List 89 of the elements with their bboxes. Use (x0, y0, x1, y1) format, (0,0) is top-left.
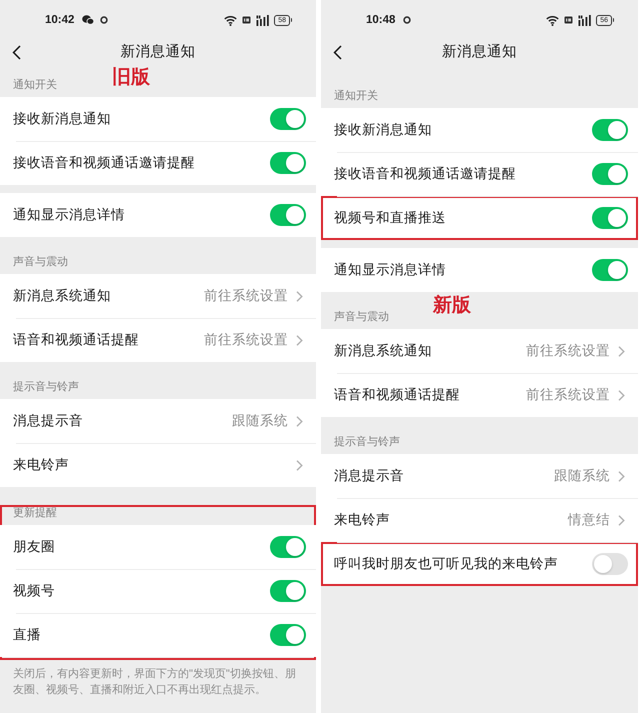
chevron-right-icon (296, 290, 303, 302)
settings-row[interactable]: 通知显示消息详情 (321, 248, 638, 292)
chevron-right-icon (618, 514, 625, 526)
settings-row[interactable]: 接收语音和视频通话邀请提醒 (0, 141, 316, 185)
setting-label: 来电铃声 (13, 456, 69, 474)
toggle-switch[interactable] (592, 553, 628, 575)
chevron-right-icon (296, 416, 303, 426)
setting-label: 新消息系统通知 (334, 342, 432, 360)
toggle-switch[interactable] (270, 536, 306, 558)
setting-label: 呼叫我时朋友也可听见我的来电铃声 (334, 555, 558, 573)
toggle-switch[interactable] (270, 580, 306, 602)
setting-label: 接收新消息通知 (13, 110, 111, 128)
back-icon[interactable] (12, 44, 21, 60)
setting-value: 前往系统设置 (204, 287, 288, 305)
wifi-icon (546, 14, 560, 26)
chevron-right-icon (296, 334, 303, 346)
setting-label: 直播 (13, 626, 41, 644)
setting-label: 消息提示音 (13, 412, 83, 430)
settings-row[interactable]: 视频号和直播推送 (321, 196, 638, 240)
setting-value: 跟随系统 (232, 412, 288, 430)
settings-row[interactable]: 呼叫我时朋友也可听见我的来电铃声 (321, 542, 638, 586)
setting-label: 朋友圈 (13, 538, 55, 556)
settings-row[interactable]: 来电铃声 (0, 443, 316, 487)
chat-bubbles-icon (82, 15, 94, 25)
ring-icon (100, 16, 108, 24)
settings-row[interactable]: 接收新消息通知 (0, 97, 316, 141)
section-header: 声音与震动 (334, 310, 389, 324)
settings-row[interactable]: 语音和视频通话提醒 前往系统设置 (321, 373, 638, 417)
setting-label: 来电铃声 (334, 511, 390, 529)
chevron-right-icon (618, 470, 625, 482)
settings-row[interactable]: 新消息系统通知 前往系统设置 (321, 329, 638, 373)
settings-row[interactable]: 朋友圈 (0, 525, 316, 569)
toggle-switch[interactable] (270, 152, 306, 174)
status-badge-icon (564, 16, 574, 24)
settings-row[interactable]: 接收语音和视频通话邀请提醒 (321, 152, 638, 196)
chevron-right-icon (618, 390, 625, 400)
section-header: 提示音与铃声 (334, 435, 400, 449)
toggle-switch[interactable] (270, 204, 306, 226)
signal-icon (578, 14, 592, 26)
setting-label: 通知显示消息详情 (13, 206, 125, 224)
settings-row[interactable]: 语音和视频通话提醒 前往系统设置 (0, 318, 316, 362)
section-header: 提示音与铃声 (13, 380, 79, 394)
footer-note: 关闭后，有内容更新时，界面下方的"发现页"切换按钮、朋友圈、视频号、直播和附近入口不再出现红点提示。 (12, 666, 297, 698)
settings-row[interactable]: 来电铃声 情意结 (321, 498, 638, 542)
annotation-label: 旧版 (112, 67, 150, 89)
settings-row[interactable]: 直播 (0, 613, 316, 657)
setting-value: 情意结 (568, 511, 610, 529)
setting-label: 视频号和直播推送 (334, 209, 446, 227)
toggle-switch[interactable] (270, 108, 306, 130)
status-badge-icon (242, 16, 252, 24)
setting-label: 接收语音和视频通话邀请提醒 (13, 154, 195, 172)
setting-label: 消息提示音 (334, 467, 404, 485)
settings-row[interactable]: 接收新消息通知 (321, 108, 638, 152)
section-header: 更新提醒 (13, 506, 57, 520)
settings-row[interactable]: 通知显示消息详情 (0, 193, 316, 237)
toggle-switch[interactable] (592, 259, 628, 281)
setting-label: 接收语音和视频通话邀请提醒 (334, 165, 516, 183)
settings-row[interactable]: 消息提示音 跟随系统 (321, 454, 638, 498)
setting-label: 语音和视频通话提醒 (334, 386, 460, 404)
setting-label: 新消息系统通知 (13, 287, 111, 305)
chevron-right-icon (296, 460, 303, 470)
setting-value: 前往系统设置 (526, 342, 610, 360)
chevron-right-icon (618, 346, 625, 356)
settings-row[interactable]: 消息提示音 跟随系统 (0, 399, 316, 443)
setting-label: 接收新消息通知 (334, 121, 432, 139)
back-icon[interactable] (333, 44, 342, 60)
status-time: 10:42 (45, 13, 74, 27)
setting-value: 跟随系统 (554, 467, 610, 485)
setting-label: 通知显示消息详情 (334, 261, 446, 279)
page-title: 新消息通知 (120, 42, 196, 62)
settings-row[interactable]: 视频号 (0, 569, 316, 613)
toggle-switch[interactable] (270, 624, 306, 646)
setting-value: 前往系统设置 (204, 331, 288, 349)
section-header: 声音与震动 (13, 255, 68, 269)
ring-icon (403, 16, 412, 24)
status-time: 10:48 (366, 13, 396, 27)
section-header: 通知开关 (13, 78, 57, 92)
annotation-label: 新版 (433, 295, 471, 317)
toggle-switch[interactable] (592, 163, 628, 185)
page-title: 新消息通知 (442, 42, 517, 62)
setting-value: 前往系统设置 (526, 386, 610, 404)
toggle-switch[interactable] (592, 119, 628, 141)
toggle-switch[interactable] (592, 207, 628, 229)
settings-row[interactable]: 新消息系统通知 前往系统设置 (0, 274, 316, 318)
wifi-icon (224, 14, 238, 26)
section-header: 通知开关 (334, 89, 378, 103)
setting-label: 语音和视频通话提醒 (13, 331, 139, 349)
setting-label: 视频号 (13, 582, 55, 600)
signal-icon (256, 14, 270, 26)
